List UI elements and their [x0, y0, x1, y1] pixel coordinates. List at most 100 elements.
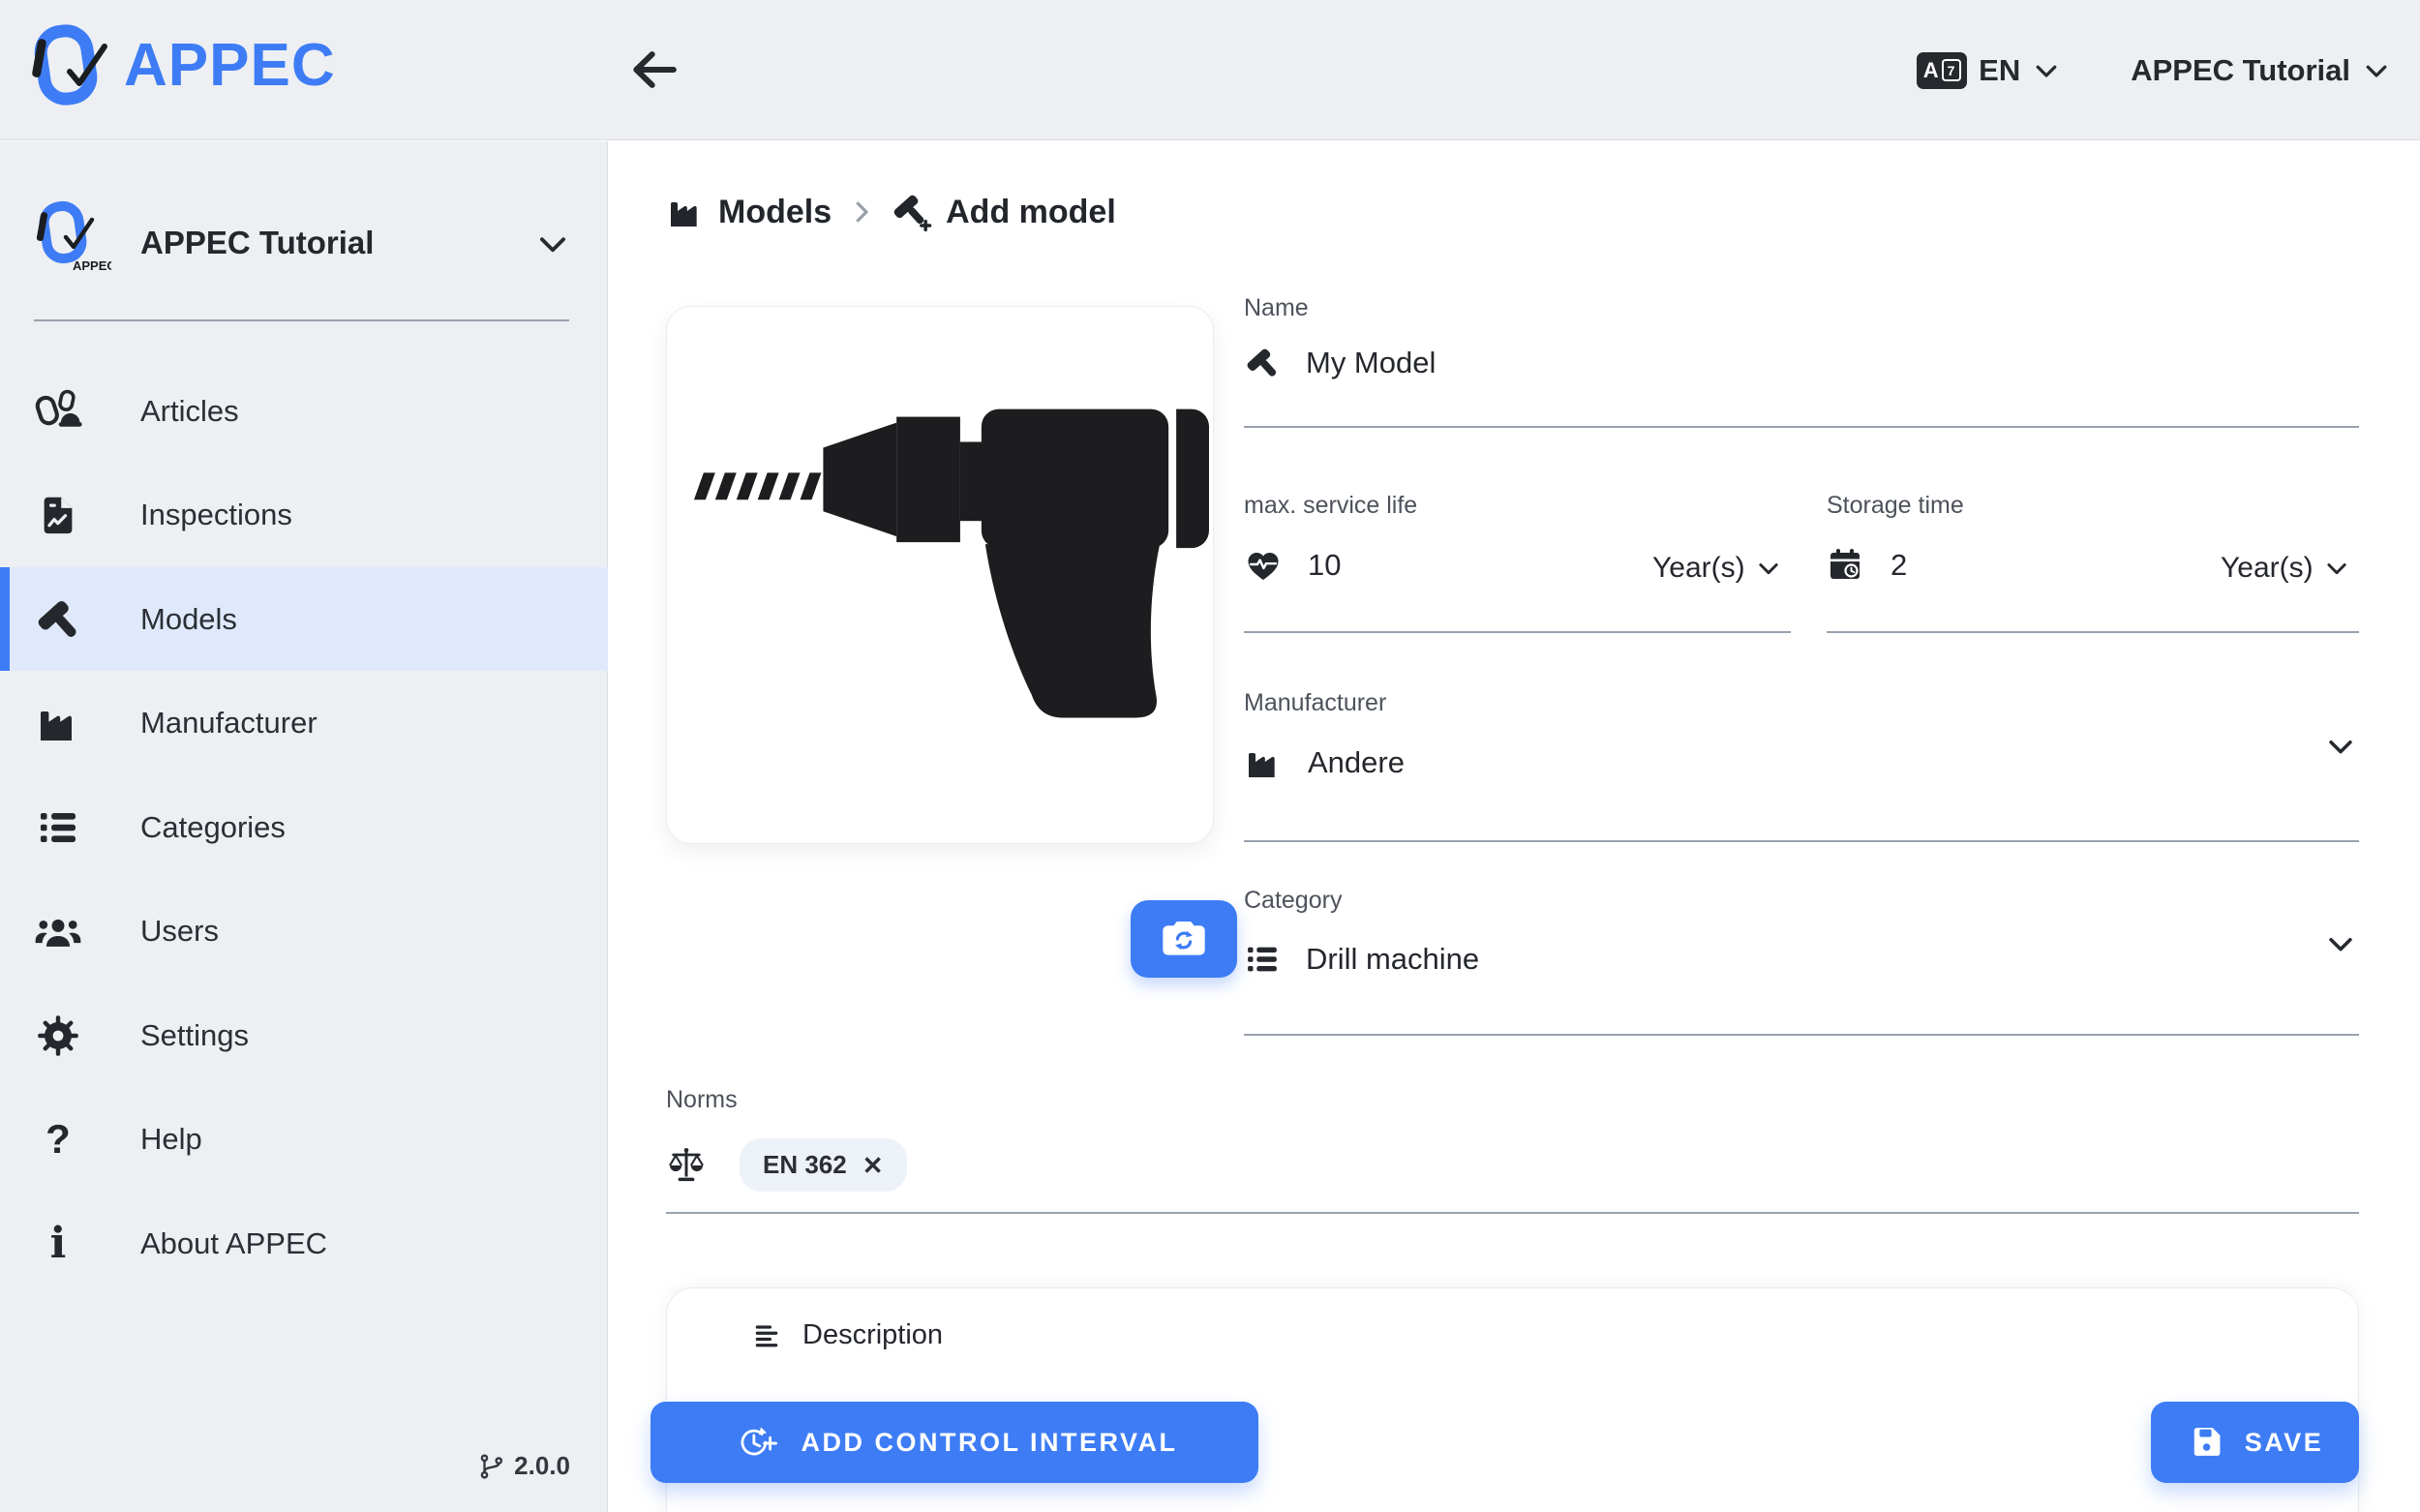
name-input[interactable]: My Model	[1244, 345, 1436, 381]
norms-underline	[666, 1212, 2359, 1214]
camera-sync-icon	[1159, 918, 1209, 960]
storage-time-label: Storage time	[1827, 492, 1964, 520]
category-value: Drill machine	[1306, 942, 1479, 977]
sidebar-item-inspections[interactable]: Inspections	[0, 463, 608, 566]
scale-balance-icon	[666, 1146, 707, 1185]
clock-rotate-plus-icon	[731, 1419, 781, 1466]
main-content: Models Add model	[609, 141, 2420, 1512]
app-version: 2.0.0	[477, 1451, 570, 1481]
norms-input[interactable]: EN 362 ✕	[666, 1138, 907, 1192]
sidebar-item-help[interactable]: ? Help	[0, 1087, 608, 1191]
breadcrumb-models[interactable]: Models	[666, 193, 832, 231]
sidebar-item-label: Categories	[140, 810, 286, 845]
org-name: APPEC Tutorial	[140, 225, 374, 261]
factory-icon	[666, 193, 705, 231]
sidebar-item-articles[interactable]: Articles	[0, 359, 608, 463]
sidebar-item-label: Users	[140, 914, 219, 949]
sidebar-item-models[interactable]: Models	[0, 567, 608, 671]
name-underline	[1244, 426, 2359, 428]
add-control-interval-label: ADD CONTROL INTERVAL	[801, 1428, 1177, 1458]
remove-norm-icon[interactable]: ✕	[862, 1153, 884, 1178]
brand-name: APPEC	[124, 36, 336, 96]
heart-pulse-icon	[1244, 546, 1283, 585]
breadcrumb-section-label: Models	[718, 194, 832, 231]
category-underline	[1244, 1034, 2359, 1036]
hammer-plus-icon	[892, 192, 932, 232]
breadcrumb-current-label: Add model	[946, 194, 1116, 231]
gear-icon	[34, 1012, 82, 1060]
unit-label: Year(s)	[2221, 552, 2314, 585]
manufacturer-underline	[1244, 840, 2359, 842]
carabiner-logo-icon	[29, 17, 122, 114]
sidebar-item-categories[interactable]: Categories	[0, 775, 608, 879]
drill-image	[667, 307, 1213, 843]
storage-time-input[interactable]: 2	[1827, 546, 1907, 585]
chevron-right-icon	[847, 197, 876, 227]
sidebar-item-label: Inspections	[140, 498, 292, 532]
account-selector[interactable]: APPEC Tutorial	[2131, 53, 2391, 88]
max-service-life-value: 10	[1308, 548, 1341, 583]
chevron-down-icon	[534, 226, 571, 262]
arrow-left-icon	[627, 43, 685, 97]
sidebar-item-manufacturer[interactable]: Manufacturer	[0, 671, 608, 774]
app-screen: APPEC A7 EN APPEC Tutorial	[0, 0, 2420, 1512]
change-image-button[interactable]	[1131, 900, 1237, 978]
description-header: Description	[752, 1319, 943, 1351]
sidebar-item-label: Settings	[140, 1018, 249, 1053]
ppe-equipment-icon	[34, 387, 82, 436]
max-service-life-input[interactable]: 10	[1244, 546, 1341, 585]
align-left-icon	[752, 1321, 781, 1350]
save-button[interactable]: SAVE	[2151, 1402, 2359, 1483]
svg-text:APPEC: APPEC	[73, 258, 111, 273]
max-service-life-underline	[1244, 631, 1791, 633]
breadcrumb: Models Add model	[666, 192, 1116, 232]
norm-chip: EN 362 ✕	[740, 1138, 907, 1192]
factory-icon	[34, 699, 82, 747]
sidebar-item-label: Manufacturer	[140, 706, 318, 741]
appec-logo: APPEC	[29, 17, 336, 114]
manufacturer-select[interactable]: Andere	[1244, 743, 1405, 782]
sidebar-item-label: Help	[140, 1122, 202, 1157]
top-header: APPEC A7 EN APPEC Tutorial	[0, 0, 2420, 140]
name-label: Name	[1244, 294, 1309, 322]
max-service-life-unit-select[interactable]: Year(s)	[1652, 552, 1782, 585]
storage-time-value: 2	[1891, 548, 1907, 583]
translate-icon: A7	[1917, 52, 1967, 89]
chevron-down-icon[interactable]	[2324, 927, 2357, 960]
back-button[interactable]	[627, 41, 685, 99]
unit-label: Year(s)	[1652, 552, 1745, 585]
version-text: 2.0.0	[514, 1451, 570, 1481]
list-icon	[34, 803, 82, 852]
chevron-down-icon	[2323, 555, 2350, 582]
sidebar-item-label: Models	[140, 602, 237, 637]
document-report-icon	[34, 491, 82, 539]
sidebar-item-settings[interactable]: Settings	[0, 983, 608, 1087]
chevron-down-icon	[2362, 56, 2391, 85]
carabiner-logo-small-icon: APPEC	[34, 198, 111, 287]
org-selector[interactable]: APPEC APPEC Tutorial	[0, 195, 608, 291]
language-selector[interactable]: A7 EN	[1917, 52, 2061, 89]
norms-label: Norms	[666, 1086, 738, 1114]
sidebar: APPEC APPEC Tutorial Articles	[0, 141, 608, 1512]
factory-icon	[1244, 743, 1283, 782]
breadcrumb-current: Add model	[892, 192, 1116, 232]
save-label: SAVE	[2245, 1428, 2324, 1458]
question-mark-icon: ?	[34, 1115, 82, 1164]
sidebar-item-about[interactable]: i About APPEC	[0, 1192, 608, 1295]
sidebar-item-label: About APPEC	[140, 1226, 327, 1261]
chevron-down-icon	[2032, 56, 2061, 85]
sidebar-item-users[interactable]: Users	[0, 879, 608, 983]
chevron-down-icon	[1755, 555, 1782, 582]
name-value: My Model	[1306, 346, 1436, 380]
chevron-down-icon[interactable]	[2324, 730, 2357, 763]
category-select[interactable]: Drill machine	[1244, 941, 1479, 978]
norm-chip-label: EN 362	[763, 1150, 847, 1180]
storage-time-unit-select[interactable]: Year(s)	[2221, 552, 2350, 585]
add-control-interval-button[interactable]: ADD CONTROL INTERVAL	[650, 1402, 1258, 1483]
category-label: Category	[1244, 887, 1342, 915]
description-label: Description	[802, 1319, 943, 1351]
info-icon: i	[34, 1220, 82, 1268]
storage-time-underline	[1827, 631, 2359, 633]
max-service-life-label: max. service life	[1244, 492, 1417, 520]
save-floppy-icon	[2187, 1424, 2225, 1461]
